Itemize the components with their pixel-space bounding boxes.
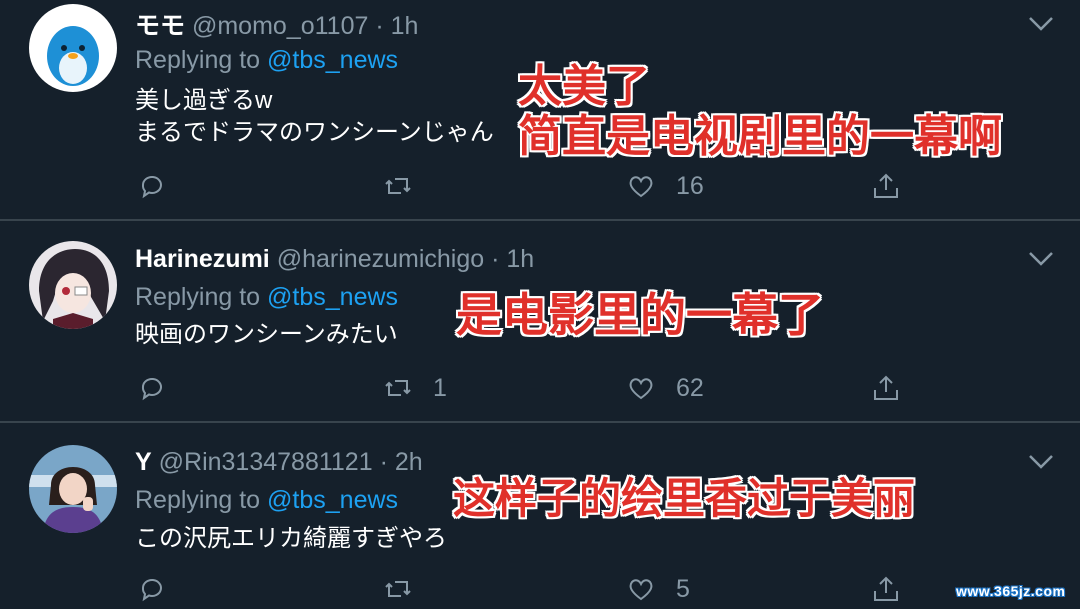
display-name[interactable]: Harinezumi — [135, 245, 270, 273]
watermark: www.365jz.com — [956, 583, 1066, 599]
share-button[interactable] — [871, 368, 901, 408]
overlay-line: 是电影里的一幕了 — [456, 288, 824, 342]
share-icon — [874, 375, 898, 400]
retweet-count: 1 — [433, 373, 447, 402]
reply-button[interactable] — [137, 166, 167, 206]
chevron-down-icon[interactable] — [1028, 454, 1054, 470]
tweet-text-line: 映画のワンシーンみたい — [135, 321, 398, 348]
share-button[interactable] — [871, 569, 901, 609]
tweet-actions: 5 — [0, 569, 1080, 609]
separator: · — [368, 12, 391, 40]
share-icon — [874, 173, 898, 198]
avatar-anime-girl[interactable] — [29, 241, 117, 329]
separator: · — [372, 448, 395, 476]
penguin-avatar-image — [29, 4, 117, 92]
mention-link[interactable]: @tbs_news — [267, 486, 398, 514]
like-count: 16 — [676, 171, 704, 200]
avatar-penguin[interactable] — [29, 4, 117, 92]
retweet-icon — [385, 178, 411, 194]
replying-label: Replying to — [135, 46, 268, 74]
mention-link[interactable]: @tbs_news — [267, 283, 398, 311]
photo-avatar-image — [29, 445, 117, 533]
overlay-caption-3: 这样子的绘里香过于美丽 — [453, 474, 915, 524]
retweet-button[interactable] — [383, 569, 413, 609]
reply-icon — [141, 175, 162, 199]
anime-avatar-image — [29, 241, 117, 329]
tweet-text: 美し過ぎるw まるでドラマのワンシーンじゃん — [135, 85, 494, 149]
retweet-button[interactable]: 1 — [383, 368, 447, 408]
heart-icon — [629, 378, 653, 400]
like-count: 5 — [676, 574, 690, 603]
replying-to: Replying to @tbs_news — [135, 46, 398, 75]
reply-icon — [141, 377, 162, 401]
tweet-header: モモ @momo_o1107 · 1h — [135, 6, 418, 42]
replying-label: Replying to — [135, 486, 268, 514]
heart-icon — [629, 176, 653, 198]
retweet-icon — [385, 581, 411, 597]
tweet-text: 映画のワンシーンみたい — [135, 319, 398, 351]
retweet-button[interactable] — [383, 166, 413, 206]
tweet-text-line: まるでドラマのワンシーンじゃん — [135, 119, 494, 146]
timestamp[interactable]: 1h — [391, 12, 419, 40]
chevron-down-icon[interactable] — [1028, 16, 1054, 32]
replying-label: Replying to — [135, 283, 268, 311]
timestamp[interactable]: 2h — [395, 448, 423, 476]
overlay-line: 这样子的绘里香过于美丽 — [453, 474, 916, 523]
handle[interactable]: @harinezumichigo — [277, 245, 484, 273]
overlay-caption-1: 太美了 简直是电视剧里的一幕啊 — [518, 62, 1002, 162]
overlay-line: 简直是电视剧里的一幕啊 — [518, 111, 1002, 162]
tweet-header: Harinezumi @harinezumichigo · 1h — [135, 245, 534, 274]
display-name[interactable]: モモ — [135, 12, 185, 40]
like-count: 62 — [676, 373, 704, 402]
display-name[interactable]: Y — [135, 448, 152, 476]
tweet-actions: 1 62 — [0, 368, 1080, 408]
retweet-icon — [385, 380, 411, 396]
like-button[interactable]: 5 — [626, 569, 690, 609]
timestamp[interactable]: 1h — [506, 245, 534, 273]
reply-button[interactable] — [137, 368, 167, 408]
reply-button[interactable] — [137, 569, 167, 609]
share-icon — [874, 576, 898, 601]
replying-to: Replying to @tbs_news — [135, 283, 398, 312]
mention-link[interactable]: @tbs_news — [267, 46, 398, 74]
tweet-text-line: 美し過ぎるw — [135, 87, 273, 114]
handle[interactable]: @momo_o1107 — [192, 12, 368, 40]
like-button[interactable]: 62 — [626, 368, 704, 408]
like-button[interactable]: 16 — [626, 166, 704, 206]
heart-icon — [629, 579, 653, 601]
tweet-header: Y @Rin31347881121 · 2h — [135, 448, 423, 477]
separator: · — [484, 245, 507, 273]
tweet-text: この沢尻エリカ綺麗すぎやろ — [135, 523, 447, 555]
tweet-text-line: この沢尻エリカ綺麗すぎやろ — [135, 525, 447, 552]
reply-icon — [141, 578, 162, 602]
replying-to: Replying to @tbs_news — [135, 486, 398, 515]
chevron-down-icon[interactable] — [1028, 251, 1054, 267]
avatar-photo[interactable] — [29, 445, 117, 533]
tweet-actions: 16 — [0, 166, 1080, 206]
overlay-line: 太美了 — [518, 61, 650, 112]
overlay-caption-2: 是电影里的一幕了 — [456, 290, 824, 340]
share-button[interactable] — [871, 166, 901, 206]
handle[interactable]: @Rin31347881121 — [159, 448, 373, 476]
